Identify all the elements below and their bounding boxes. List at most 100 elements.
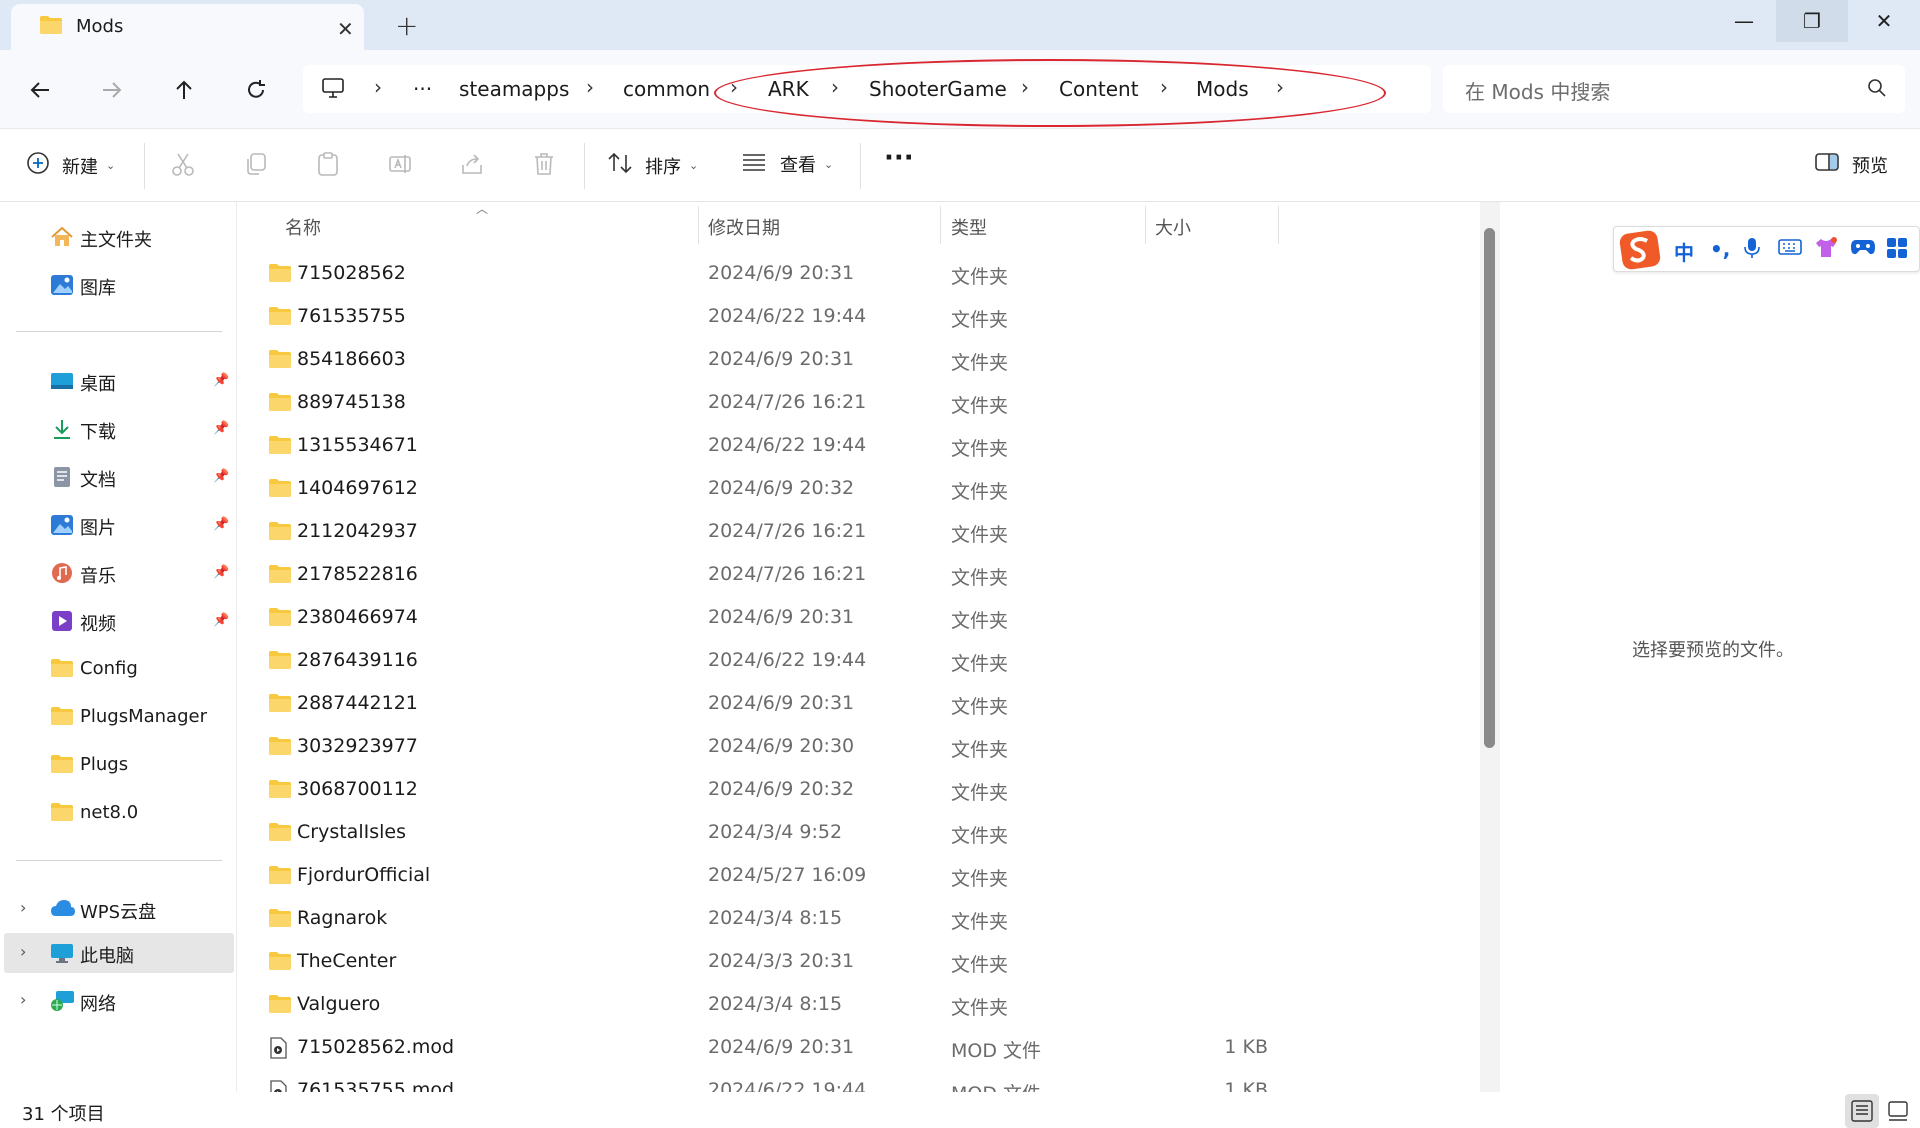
breadcrumb-separator[interactable]: › bbox=[374, 75, 382, 99]
pin-icon[interactable]: 📌 bbox=[213, 565, 229, 580]
table-row[interactable]: 761535755 2024/6/22 19:44 文件夹 bbox=[238, 297, 1278, 340]
table-row[interactable]: 889745138 2024/7/26 16:21 文件夹 bbox=[238, 383, 1278, 426]
search-box[interactable]: 在 Mods 中搜索 bbox=[1443, 65, 1905, 113]
toolbox-icon[interactable] bbox=[1886, 237, 1908, 264]
minimize-button[interactable]: — bbox=[1708, 0, 1780, 42]
paste-icon[interactable] bbox=[315, 151, 341, 181]
microphone-icon[interactable] bbox=[1744, 237, 1760, 264]
table-row[interactable]: Valguero 2024/3/4 8:15 文件夹 bbox=[238, 985, 1278, 1028]
details-view-button[interactable] bbox=[1845, 1094, 1879, 1128]
breadcrumb-overflow[interactable]: ··· bbox=[413, 77, 432, 101]
keyboard-icon[interactable] bbox=[1778, 237, 1802, 261]
breadcrumb-separator[interactable]: › bbox=[586, 75, 594, 99]
breadcrumb-common[interactable]: common bbox=[623, 77, 710, 101]
sidebar-item-desktop[interactable]: 桌面 📌 bbox=[0, 361, 234, 401]
expand-chevron-icon[interactable]: › bbox=[20, 942, 26, 961]
navigation-pane: 主文件夹 图库 桌面 📌 下载 📌 文档 📌 图片 📌 音乐 📌 视频 📌 Co… bbox=[0, 202, 237, 1092]
scrollbar-thumb[interactable] bbox=[1484, 228, 1495, 748]
file-name: 2178522816 bbox=[297, 563, 418, 585]
sidebar-item-this-pc[interactable]: › 此电脑 bbox=[4, 933, 234, 973]
sidebar-item-music[interactable]: 音乐 📌 bbox=[0, 553, 234, 593]
sidebar-item-pictures[interactable]: 图片 📌 bbox=[0, 505, 234, 545]
new-tab-button[interactable]: + bbox=[395, 9, 418, 42]
sidebar-item-plugsmanager[interactable]: PlugsManager bbox=[0, 697, 234, 737]
sidebar-item-config[interactable]: Config bbox=[0, 649, 234, 689]
table-row[interactable]: CrystalIsles 2024/3/4 9:52 文件夹 bbox=[238, 813, 1278, 856]
pin-icon[interactable]: 📌 bbox=[213, 517, 229, 532]
table-row[interactable]: TheCenter 2024/3/3 20:31 文件夹 bbox=[238, 942, 1278, 985]
pin-icon[interactable]: 📌 bbox=[213, 373, 229, 388]
table-row[interactable]: 3032923977 2024/6/9 20:30 文件夹 bbox=[238, 727, 1278, 770]
details-view-icon bbox=[1851, 1100, 1873, 1122]
gamepad-icon[interactable] bbox=[1850, 237, 1876, 262]
table-row[interactable]: FjordurOfficial 2024/5/27 16:09 文件夹 bbox=[238, 856, 1278, 899]
skin-shirt-icon[interactable] bbox=[1814, 237, 1838, 264]
column-header-size[interactable]: 大小 bbox=[1155, 214, 1191, 240]
column-divider[interactable] bbox=[940, 206, 941, 244]
table-row[interactable]: 1315534671 2024/6/22 19:44 文件夹 bbox=[238, 426, 1278, 469]
table-row[interactable]: 2178522816 2024/7/26 16:21 文件夹 bbox=[238, 555, 1278, 598]
expand-chevron-icon[interactable]: › bbox=[20, 898, 26, 917]
sidebar-item-plugs[interactable]: Plugs bbox=[0, 745, 234, 785]
sidebar-item-downloads[interactable]: 下载 📌 bbox=[0, 409, 234, 449]
sidebar-item-wps[interactable]: › WPS云盘 bbox=[0, 889, 234, 929]
pin-icon[interactable]: 📌 bbox=[213, 469, 229, 484]
table-row[interactable]: 854186603 2024/6/9 20:31 文件夹 bbox=[238, 340, 1278, 383]
restore-button[interactable]: ❐ bbox=[1776, 0, 1848, 42]
sidebar-item-home[interactable]: 主文件夹 bbox=[0, 217, 234, 257]
window-close-button[interactable]: ✕ bbox=[1848, 0, 1920, 42]
table-row[interactable]: 3068700112 2024/6/9 20:32 文件夹 bbox=[238, 770, 1278, 813]
column-header-type[interactable]: 类型 bbox=[951, 214, 987, 240]
view-list-icon bbox=[742, 152, 766, 177]
tab-mods[interactable]: Mods ✕ bbox=[11, 4, 364, 50]
column-header-date[interactable]: 修改日期 bbox=[708, 214, 780, 240]
table-row[interactable]: 2380466974 2024/6/9 20:31 文件夹 bbox=[238, 598, 1278, 641]
forward-icon[interactable] bbox=[92, 70, 132, 110]
new-button[interactable]: 新建 ⌄ bbox=[26, 151, 115, 180]
pin-icon[interactable]: 📌 bbox=[213, 613, 229, 628]
table-row[interactable]: 1404697612 2024/6/9 20:32 文件夹 bbox=[238, 469, 1278, 512]
delete-icon[interactable] bbox=[531, 151, 557, 181]
table-row[interactable]: 2876439116 2024/6/22 19:44 文件夹 bbox=[238, 641, 1278, 684]
chinese-mode-button[interactable]: 中 bbox=[1674, 237, 1694, 266]
search-input[interactable]: 在 Mods 中搜索 bbox=[1465, 76, 1610, 105]
sidebar-item-net8[interactable]: net8.0 bbox=[0, 793, 234, 833]
cut-icon[interactable] bbox=[170, 151, 196, 181]
this-pc-icon[interactable] bbox=[321, 77, 345, 103]
column-divider[interactable] bbox=[698, 206, 699, 244]
column-divider[interactable] bbox=[1278, 206, 1279, 244]
rename-icon[interactable] bbox=[387, 151, 413, 181]
sidebar-item-documents[interactable]: 文档 📌 bbox=[0, 457, 234, 497]
file-name: TheCenter bbox=[297, 950, 397, 972]
column-header-name[interactable]: 名称 bbox=[285, 214, 321, 240]
close-tab-icon[interactable]: ✕ bbox=[337, 17, 354, 41]
search-icon[interactable] bbox=[1867, 78, 1887, 102]
refresh-icon[interactable] bbox=[236, 70, 276, 110]
table-row[interactable]: 2112042937 2024/7/26 16:21 文件夹 bbox=[238, 512, 1278, 555]
table-row[interactable]: 715028562 2024/6/9 20:31 文件夹 bbox=[238, 254, 1278, 297]
sidebar-item-label: Config bbox=[80, 658, 138, 679]
sidebar-item-network[interactable]: › 网络 bbox=[0, 981, 234, 1021]
tiles-view-button[interactable] bbox=[1881, 1094, 1915, 1128]
sidebar-item-gallery[interactable]: 图库 bbox=[0, 265, 234, 305]
preview-pane-button[interactable]: 预览 bbox=[1814, 151, 1888, 178]
expand-chevron-icon[interactable]: › bbox=[20, 990, 26, 1009]
up-icon[interactable] bbox=[164, 70, 204, 110]
table-row[interactable]: 715028562.mod 2024/6/9 20:31 MOD 文件 1 KB bbox=[238, 1028, 1278, 1071]
table-row[interactable]: 2887442121 2024/6/9 20:31 文件夹 bbox=[238, 684, 1278, 727]
file-date: 2024/6/22 19:44 bbox=[708, 649, 867, 671]
share-icon[interactable] bbox=[459, 151, 485, 181]
back-icon[interactable] bbox=[20, 70, 60, 110]
copy-icon[interactable] bbox=[243, 151, 269, 181]
breadcrumb-steamapps[interactable]: steamapps bbox=[459, 77, 569, 101]
sogou-logo-icon[interactable] bbox=[1618, 229, 1662, 271]
more-button[interactable]: ··· bbox=[884, 143, 914, 173]
pin-icon[interactable]: 📌 bbox=[213, 421, 229, 436]
column-divider[interactable] bbox=[1145, 206, 1146, 244]
table-row[interactable]: 761535755.mod 2024/6/22 19:44 MOD 文件 1 KB bbox=[238, 1071, 1278, 1092]
sort-button[interactable]: 排序 ⌄ bbox=[607, 151, 698, 180]
punctuation-button[interactable]: •, bbox=[1710, 237, 1730, 261]
sidebar-item-videos[interactable]: 视频 📌 bbox=[0, 601, 234, 641]
table-row[interactable]: Ragnarok 2024/3/4 8:15 文件夹 bbox=[238, 899, 1278, 942]
view-button[interactable]: 查看 ⌄ bbox=[742, 151, 833, 177]
